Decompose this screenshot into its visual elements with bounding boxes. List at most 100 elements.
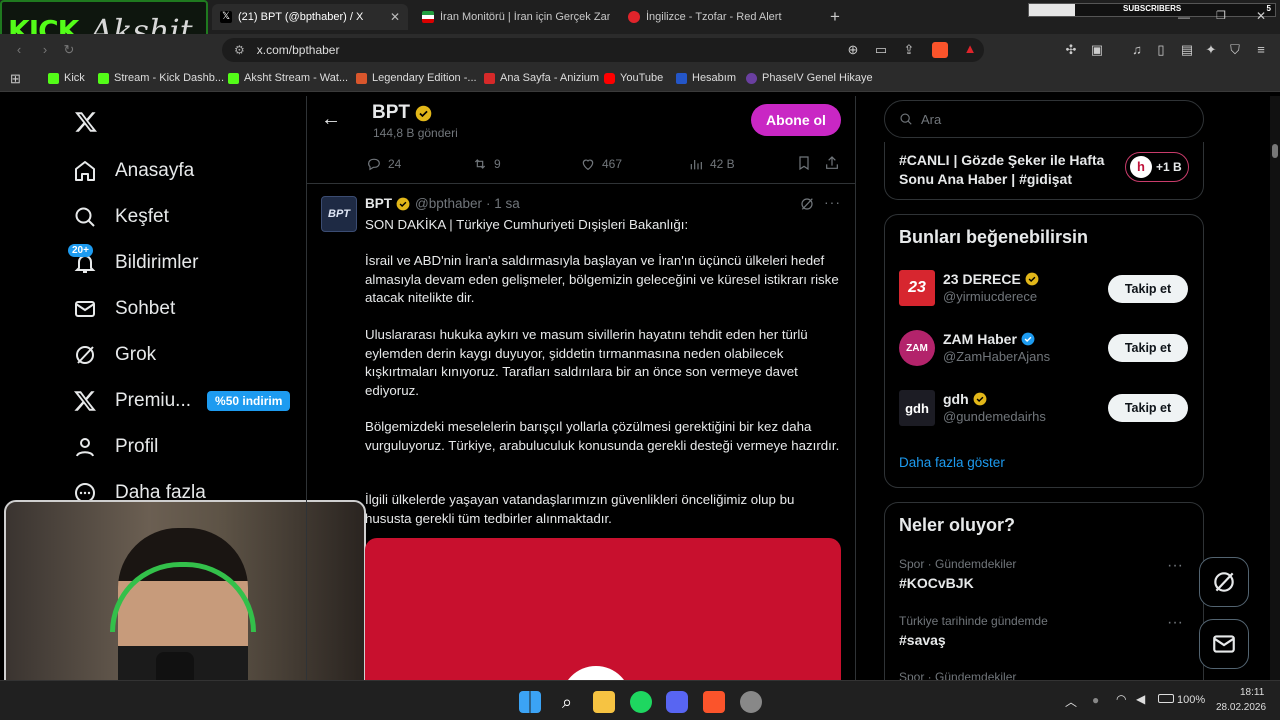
battery-icon[interactable] xyxy=(1158,694,1174,703)
windows-start-icon[interactable] xyxy=(519,691,541,713)
back-icon[interactable]: ‹ xyxy=(12,43,26,57)
more-options-icon[interactable]: ··· xyxy=(824,194,841,210)
apps-icon[interactable]: ⊞ xyxy=(10,71,21,87)
brave-shield-icon[interactable] xyxy=(932,42,948,58)
minimize-icon[interactable]: — xyxy=(1178,10,1190,24)
tab-red-alert[interactable]: İngilizce - Tzofar - Red Alert xyxy=(620,4,820,30)
restore-icon[interactable]: ❐ xyxy=(1216,9,1226,22)
wifi-icon[interactable]: ◠ xyxy=(1116,692,1126,706)
vpn-icon[interactable]: ⛉ xyxy=(1228,43,1242,57)
nav-premium[interactable]: Premiu... %50 indirim xyxy=(72,388,291,414)
spotify-icon[interactable] xyxy=(630,691,652,713)
search-icon[interactable]: ⌕ xyxy=(556,691,578,713)
close-window-icon[interactable]: ✕ xyxy=(1256,9,1266,23)
suggestion-item[interactable]: 23 DERECE @yirmiucderece xyxy=(943,271,1039,304)
discord-icon[interactable] xyxy=(666,691,688,713)
wallet-icon[interactable]: ▤ xyxy=(1180,43,1194,57)
reload-icon[interactable]: ↻ xyxy=(62,43,76,57)
cast-icon[interactable]: ▭ xyxy=(874,43,888,57)
close-icon[interactable]: ✕ xyxy=(382,10,400,24)
clock-date[interactable]: 28.02.2026 xyxy=(1216,702,1266,713)
nav-label: Anasayfa xyxy=(115,160,195,181)
tab-x-bpt[interactable]: 𝕏 (21) BPT (@bpthaber) / X ✕ xyxy=(212,4,408,30)
back-arrow-icon[interactable]: ← xyxy=(321,108,341,131)
search-box[interactable]: Ara xyxy=(884,100,1204,138)
bookmark-icon[interactable] xyxy=(796,155,812,176)
messages-float-button[interactable] xyxy=(1199,619,1249,669)
leo-icon[interactable]: ✦ xyxy=(1204,43,1218,57)
show-more-link[interactable]: Daha fazla göster xyxy=(899,455,1005,470)
bookmark-kick[interactable]: Kick xyxy=(48,72,85,84)
suggestion-avatar[interactable]: gdh xyxy=(899,390,935,426)
follow-button[interactable]: Takip et xyxy=(1108,334,1188,362)
nav-grok[interactable]: Grok xyxy=(72,342,156,368)
tweet-time[interactable]: · 1 sa xyxy=(486,196,520,211)
repost-action[interactable]: 9 xyxy=(472,156,501,172)
trend-more-icon[interactable]: ··· xyxy=(1167,557,1183,575)
suggestion-avatar[interactable]: 23 xyxy=(899,270,935,306)
tweet-author-name[interactable]: BPT xyxy=(365,196,392,211)
grok-explain-icon[interactable] xyxy=(799,196,815,217)
bookmark-youtube[interactable]: YouTube xyxy=(604,72,663,84)
suggestion-item[interactable]: ZAM Haber @ZamHaberAjans xyxy=(943,331,1050,364)
tab-iran-monitor[interactable]: İran Monitörü | İran için Gerçek Zam xyxy=(414,4,618,30)
brave-rewards-icon[interactable]: ▲ xyxy=(962,42,978,58)
views-action[interactable]: 42 B xyxy=(688,156,735,172)
nav-profile[interactable]: Profil xyxy=(72,434,158,460)
new-tab-button[interactable]: + xyxy=(830,7,840,27)
verified-gold-icon xyxy=(1025,272,1039,286)
mic-icon[interactable]: ● xyxy=(1092,693,1099,707)
tweet-avatar[interactable]: BPT xyxy=(321,196,357,232)
suggestion-item[interactable]: gdh @gundemedairhs xyxy=(943,391,1046,424)
clock-time[interactable]: 18:11 xyxy=(1240,687,1264,698)
suggestion-avatar[interactable]: ZAM xyxy=(899,330,935,366)
trend-item[interactable]: Türkiye tarihinde gündemde #savaş ··· xyxy=(899,614,1189,648)
extensions-icon[interactable]: ✣ xyxy=(1064,43,1078,57)
share-icon[interactable]: ⇪ xyxy=(902,43,916,57)
nav-explore[interactable]: Keşfet xyxy=(72,204,169,230)
share-post-icon[interactable] xyxy=(824,155,840,176)
x-logo-icon[interactable] xyxy=(74,110,98,134)
screenshot-icon[interactable]: ▣ xyxy=(1090,43,1104,57)
music-icon[interactable]: ♫ xyxy=(1130,43,1144,57)
forward-icon[interactable]: › xyxy=(38,43,52,57)
follow-button[interactable]: Takip et xyxy=(1108,275,1188,303)
tweet-handle[interactable]: @bpthaber xyxy=(415,196,482,211)
menu-icon[interactable]: ≡ xyxy=(1254,43,1268,57)
trend-tag: #savaş xyxy=(899,632,946,648)
profile-name: BPT xyxy=(372,102,410,123)
page-scrollbar[interactable] xyxy=(1270,96,1280,680)
zoom-icon[interactable]: ⊕ xyxy=(846,43,860,57)
bookmark-legendary[interactable]: Legendary Edition -... xyxy=(356,72,477,84)
trend-more-icon[interactable]: ··· xyxy=(1167,614,1183,632)
tray-chevron-icon[interactable]: ︿ xyxy=(1065,693,1077,710)
bookmark-hesabim[interactable]: Hesabım xyxy=(676,72,736,84)
reply-action[interactable]: 24 xyxy=(366,156,401,172)
subscribe-button[interactable]: Abone ol xyxy=(751,104,841,136)
trend-item[interactable]: Spor · Gündemdekiler #KOCvBJK ··· xyxy=(899,557,1189,591)
bookmark-anizium[interactable]: Ana Sayfa - Anizium xyxy=(484,72,599,84)
grok-float-button[interactable] xyxy=(1199,557,1249,607)
tweet-paragraph: SON DAKİKA | Türkiye Cumhuriyeti Dışişle… xyxy=(365,217,689,232)
volume-icon[interactable]: ◀ xyxy=(1136,692,1145,706)
bookmark-kick-dashboard[interactable]: Stream - Kick Dashb... xyxy=(98,72,224,84)
bookmark-phaseiv[interactable]: PhaseIV Genel Hikaye xyxy=(746,72,873,84)
nav-home[interactable]: Anasayfa xyxy=(72,158,194,184)
brave-browser-icon[interactable] xyxy=(703,691,725,713)
live-space-card[interactable]: #CANLI | Gözde Şeker ile Hafta Sonu Ana … xyxy=(884,142,1204,200)
verified-gold-icon xyxy=(973,392,987,406)
tweet-media-image[interactable] xyxy=(365,538,841,680)
like-action[interactable]: 467 xyxy=(580,156,622,172)
nav-chat[interactable]: Sohbet xyxy=(72,296,175,322)
sidebar-icon[interactable]: ▯ xyxy=(1154,43,1168,57)
scrollbar-thumb[interactable] xyxy=(1272,144,1278,158)
app-icon[interactable] xyxy=(740,691,762,713)
address-bar[interactable]: ⚙ x.com/bpthaber xyxy=(222,38,984,62)
nav-notifications[interactable]: 20+ Bildirimler xyxy=(68,244,198,276)
site-settings-icon[interactable]: ⚙ xyxy=(234,43,245,57)
like-count: 467 xyxy=(602,157,623,171)
file-explorer-icon[interactable] xyxy=(593,691,615,713)
post-count: 144,8 B gönderi xyxy=(373,126,458,140)
follow-button[interactable]: Takip et xyxy=(1108,394,1188,422)
bookmark-aksht-stream[interactable]: Aksht Stream - Wat... xyxy=(228,72,348,84)
